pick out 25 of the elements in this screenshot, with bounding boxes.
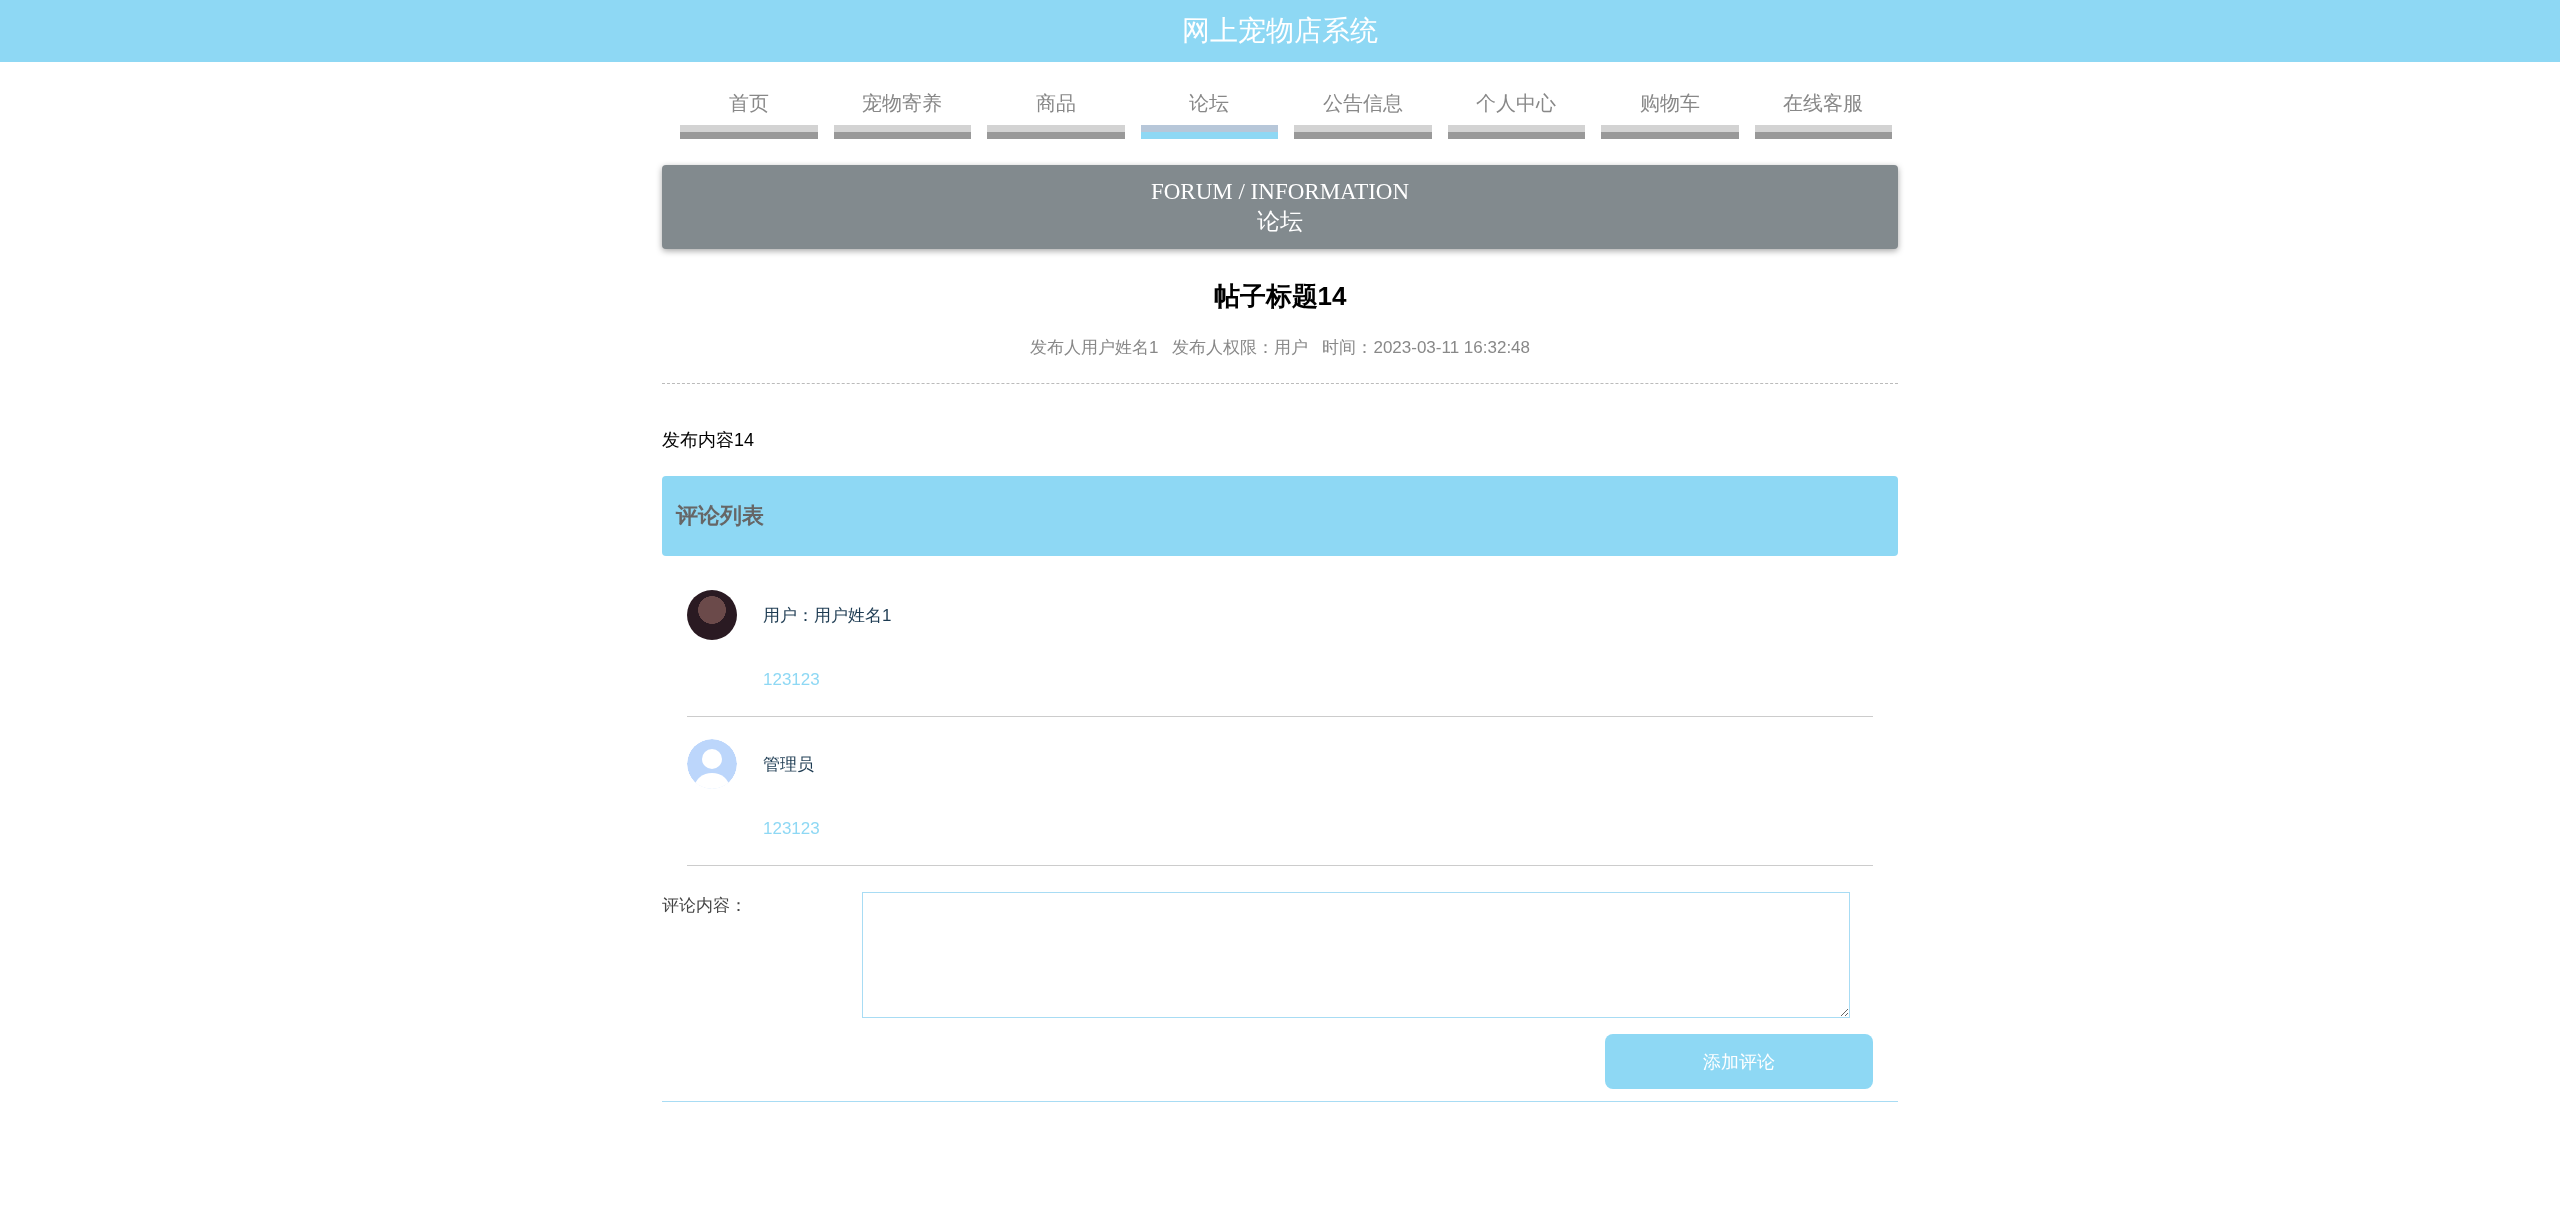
comment-text: 123123	[763, 819, 821, 839]
comments-header: 评论列表	[662, 476, 1898, 556]
comment-label: 评论内容：	[662, 895, 748, 917]
post-title: 帖子标题14	[1212, 280, 1348, 313]
nav-tab[interactable]: 论坛	[1140, 90, 1278, 139]
nav-tab[interactable]: 首页	[680, 90, 818, 139]
banner-title: FORUM / INFORMATION	[1150, 178, 1410, 206]
user-silhouette-icon	[687, 739, 737, 789]
nav-tab[interactable]: 在线客服	[1754, 90, 1892, 139]
comment-author: 管理员	[763, 753, 814, 776]
avatar-photo-placeholder	[687, 590, 737, 640]
post-content: 发布内容14	[662, 429, 756, 452]
nav-tab[interactable]: 公告信息	[1294, 90, 1432, 139]
comment-text: 123123	[763, 670, 821, 690]
banner-subtitle: 论坛	[1257, 208, 1303, 236]
nav-tab[interactable]: 购物车	[1601, 90, 1739, 139]
nav-tab[interactable]: 个人中心	[1447, 90, 1585, 139]
post-role: 发布人权限：用户	[1172, 337, 1309, 359]
comment-author: 用户：用户姓名1	[763, 604, 892, 627]
post-time: 时间：2023-03-11 16:32:48	[1322, 337, 1531, 359]
post-author: 发布人用户姓名1	[1029, 337, 1159, 359]
nav-tab[interactable]: 宠物寄养	[833, 90, 971, 139]
comment-input-field[interactable]	[862, 892, 1850, 1018]
nav-tab[interactable]: 商品	[987, 90, 1125, 139]
site-title: 网上宠物店系统	[1182, 14, 1378, 48]
